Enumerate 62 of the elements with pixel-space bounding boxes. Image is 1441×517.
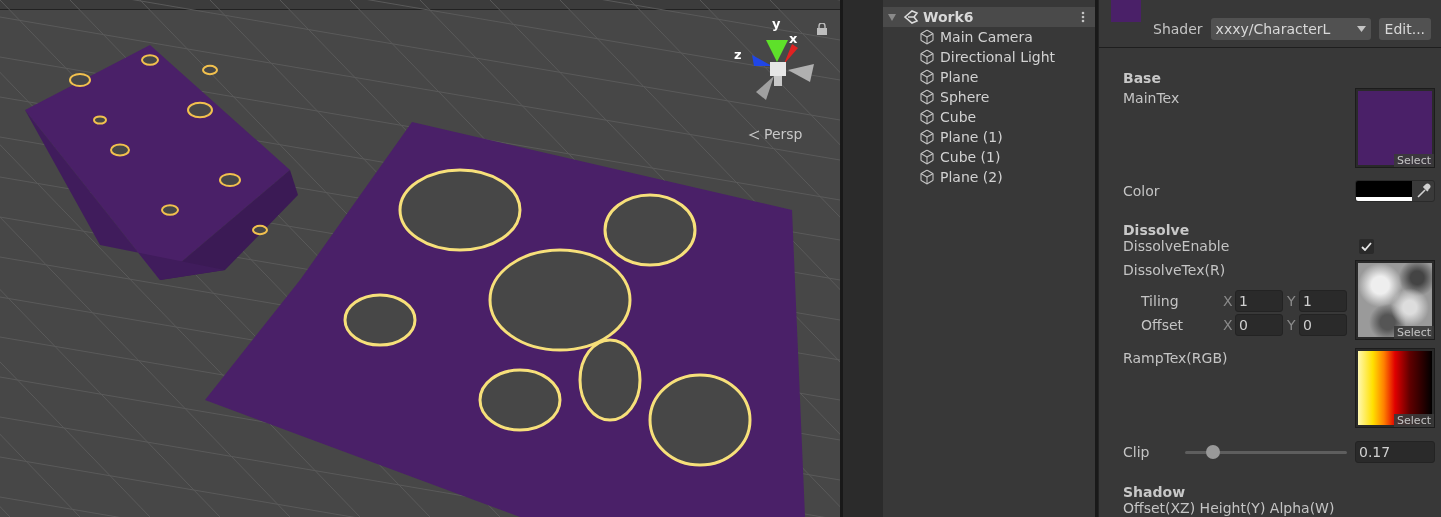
section-title: Dissolve [1123,222,1191,238]
hierarchy-item[interactable]: Sphere [940,86,990,108]
number-field[interactable]: 1 [1299,290,1347,312]
edit-button[interactable]: Edit... [1378,18,1432,40]
property-label: Color [1123,183,1160,199]
property-label: Offset(XZ) Height(Y) Alpha(W) [1123,500,1335,516]
hierarchy-item[interactable]: Cube (1) [940,146,1001,168]
property-label: Clip [1123,444,1150,460]
material-thumbnail [1111,0,1141,22]
hierarchy-item[interactable]: Plane (2) [940,166,1003,188]
chevron-left-icon [748,128,760,141]
cube-icon [919,129,935,145]
property-label: DissolveEnable [1123,238,1230,254]
texture-slot[interactable]: Select [1355,260,1435,340]
axis-label: Y [1287,291,1297,311]
axis-label: y [772,17,781,30]
number-field[interactable]: 0 [1299,314,1347,336]
vector-label: Tiling [1141,291,1180,311]
kebab-menu-icon[interactable] [1081,11,1085,23]
property-label: RampTex(RGB) [1123,350,1228,366]
section-title: Shadow [1123,484,1187,500]
axis-label: X [1223,315,1234,335]
cube-icon [919,29,935,45]
color-swatch[interactable] [1356,181,1412,201]
hierarchy-scene-row[interactable]: Work6 [883,7,1095,27]
shader-dropdown[interactable]: xxxy/CharacterL [1210,18,1371,40]
hierarchy-item[interactable]: Plane (1) [940,126,1003,148]
cube-icon [919,109,935,125]
select-button[interactable]: Select [1394,414,1434,427]
texture-slot[interactable]: Select [1355,348,1435,428]
axis-label: x [789,32,798,45]
number-field[interactable]: 1 [1235,290,1283,312]
cube-icon [919,69,935,85]
projection-label[interactable]: Persp [764,124,803,145]
number-field[interactable]: 0.17 [1355,441,1435,463]
checkbox[interactable] [1359,238,1374,254]
axis-label: X [1223,291,1234,311]
lock-icon[interactable] [817,23,827,35]
cube-icon [919,169,935,185]
select-button[interactable]: Select [1394,326,1434,339]
cube-icon [919,149,935,165]
section-title: Base [1123,70,1162,86]
axis-label: Y [1287,315,1297,335]
hierarchy-item[interactable]: Cube [940,106,977,128]
texture-slot[interactable]: Select [1355,88,1435,168]
hierarchy-item[interactable]: Plane [940,66,979,88]
hierarchy-item[interactable]: Main Camera [940,26,1033,48]
vector-label: Offset [1141,315,1185,335]
property-label: DissolveTex(R) [1123,262,1227,278]
scene-name: Work6 [923,7,974,27]
caret-icon [1356,26,1366,32]
number-field[interactable]: 0 [1235,314,1283,336]
hierarchy-item[interactable]: Directional Light [940,46,1056,68]
select-button[interactable]: Select [1394,154,1434,167]
cube-icon [919,49,935,65]
checkmark-icon [1361,241,1372,251]
cube-icon [919,89,935,105]
property-label: MainTex [1123,90,1180,106]
caret-icon[interactable] [887,12,897,22]
slider-thumb[interactable] [1205,445,1220,459]
axis-label: z [734,48,742,61]
shader-label: Shader [1153,20,1203,39]
